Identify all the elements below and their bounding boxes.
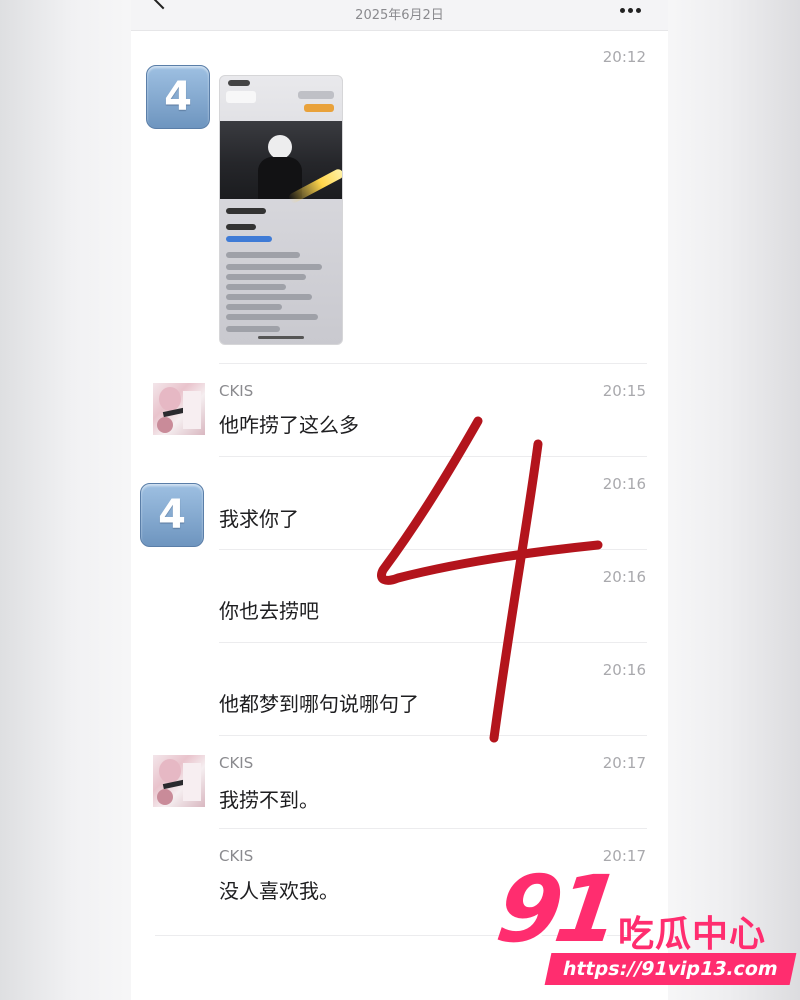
message-text: 没人喜欢我。 <box>219 879 339 903</box>
message-text: 他咋捞了这么多 <box>219 413 359 437</box>
divider <box>219 363 647 364</box>
sender-name: CKIS <box>219 847 254 865</box>
message-time: 20:16 <box>602 661 646 679</box>
chat-date: 2025年6月2日 <box>355 8 444 23</box>
chat-window: 2025年6月2日 4 20:12 CKIS 20:15 他咋捞了这么多 4 2… <box>131 0 668 1000</box>
keycap-4-avatar[interactable]: 4 <box>146 65 210 129</box>
watermark-url: https://91vip13.com <box>544 953 797 985</box>
message-time: 20:17 <box>602 754 646 772</box>
avatar[interactable] <box>153 755 205 807</box>
watermark-name: 吃瓜中心 <box>618 914 767 955</box>
live-stream-frame <box>220 121 342 205</box>
message-row: CKIS 20:17 我捞不到。 <box>131 735 668 828</box>
chat-header: 2025年6月2日 <box>131 0 668 31</box>
message-time: 20:12 <box>602 48 646 66</box>
keycap-4-avatar[interactable]: 4 <box>140 483 204 547</box>
message-text: 我求你了 <box>219 507 299 531</box>
message-text: 我捞不到。 <box>219 788 319 812</box>
divider <box>219 735 647 736</box>
sender-name: CKIS <box>219 754 254 772</box>
avatar[interactable] <box>153 383 205 435</box>
divider <box>219 642 647 643</box>
message-text: 他都梦到哪句说哪句了 <box>219 692 419 716</box>
message-row: 20:16 你也去捞吧 <box>131 549 668 642</box>
message-row: 4 20:12 <box>131 30 668 363</box>
more-options-icon[interactable] <box>620 0 644 13</box>
message-row: CKIS 20:15 他咋捞了这么多 <box>131 363 668 456</box>
message-row: 4 20:16 我求你了 <box>131 456 668 549</box>
divider <box>219 456 647 457</box>
screenshot-image[interactable] <box>219 75 343 345</box>
divider <box>219 549 647 550</box>
message-row: 20:16 他都梦到哪句说哪句了 <box>131 642 668 735</box>
message-text: 你也去捞吧 <box>219 599 319 623</box>
divider <box>219 828 647 829</box>
message-time: 20:16 <box>602 475 646 493</box>
message-time: 20:15 <box>602 382 646 400</box>
sender-name: CKIS <box>219 382 254 400</box>
message-time: 20:16 <box>602 568 646 586</box>
watermark-number: 91 <box>490 856 622 963</box>
